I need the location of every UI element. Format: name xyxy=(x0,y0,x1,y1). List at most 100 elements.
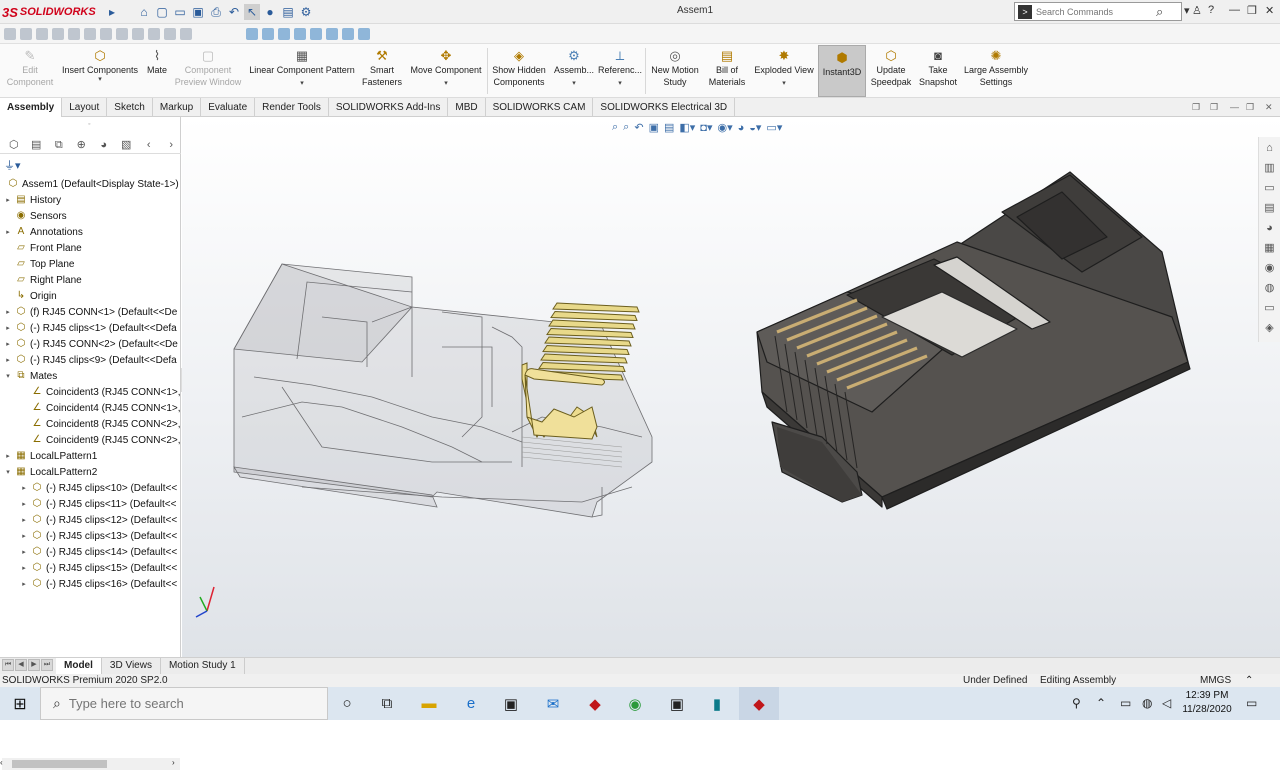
tab-sketch[interactable]: Sketch xyxy=(107,98,153,117)
scroll-right-icon[interactable]: › xyxy=(172,758,175,767)
app-icon[interactable]: ▣ xyxy=(657,687,697,720)
tree-item[interactable]: ∠ Coincident8 (RJ45 CONN<2>,I xyxy=(0,416,181,432)
close-icon[interactable]: ✕ xyxy=(1265,4,1274,17)
cam-tab-icon[interactable]: ▧ xyxy=(117,138,137,152)
bill-of-materials-button[interactable]: ▤ Bill of Materials xyxy=(705,44,749,98)
toolbar-icon[interactable] xyxy=(36,28,48,40)
solidworks-resources-icon[interactable]: ⌂ xyxy=(1266,141,1273,155)
toolbar-icon[interactable] xyxy=(20,28,32,40)
large-assembly-settings-button[interactable]: ✺ Large Assembly Settings xyxy=(962,44,1030,98)
tree-item[interactable]: ↳ Origin xyxy=(0,288,181,304)
tab-motion-study-1[interactable]: Motion Study 1 xyxy=(161,658,245,675)
viewport-tile-icon[interactable]: ❐ xyxy=(1210,102,1218,113)
toolbar-icon[interactable] xyxy=(148,28,160,40)
chevron-left-icon[interactable]: ‹ xyxy=(139,138,159,152)
chevron-down-icon[interactable]: ▾ xyxy=(618,80,622,88)
tree-item[interactable]: ▾ ⧉ Mates xyxy=(0,368,181,384)
volume-icon[interactable]: ◁ xyxy=(1162,696,1171,710)
tab-addins[interactable]: SOLIDWORKS Add-Ins xyxy=(329,98,449,117)
user-icon[interactable]: ♙ xyxy=(1192,4,1202,17)
tree-item[interactable]: ∠ Coincident9 (RJ45 CONN<2>,I xyxy=(0,432,181,448)
last-tab-icon[interactable]: ⏭ xyxy=(41,659,53,671)
taskbar-search[interactable]: ⌕ xyxy=(40,687,328,720)
expand-arrow-icon[interactable]: ▸ xyxy=(4,340,12,348)
tree-item[interactable]: ▸ ⬡ (-) RJ45 clips<9> (Default<<Defa xyxy=(0,352,181,368)
minimize-icon[interactable]: — xyxy=(1229,4,1240,16)
3dexperience-icon[interactable]: ◍ xyxy=(1265,281,1275,295)
chevron-down-icon[interactable]: ▾ xyxy=(98,76,102,84)
expand-arrow-icon[interactable]: ▸ xyxy=(4,356,12,364)
expand-arrow-icon[interactable]: ▸ xyxy=(4,452,12,460)
toolbar-icon[interactable] xyxy=(4,28,16,40)
chevron-down-icon[interactable]: ▾ xyxy=(572,80,576,88)
tab-mbd[interactable]: MBD xyxy=(448,98,486,117)
expand-arrow-icon[interactable]: ▸ xyxy=(20,564,28,572)
chevron-right-icon[interactable]: › xyxy=(162,138,182,152)
panel-grip-icon[interactable]: ◦ xyxy=(88,121,90,128)
chevron-down-icon[interactable]: ▾ xyxy=(782,80,786,88)
chrome-icon[interactable]: ◉ xyxy=(615,687,655,720)
viewport-maximize-icon[interactable]: ❐ xyxy=(1246,102,1254,113)
file-explorer-taskbar-icon[interactable]: ▬ xyxy=(409,687,449,720)
menu-arrow-icon[interactable]: ▸ xyxy=(104,4,120,20)
horizontal-scrollbar[interactable]: ‹ › xyxy=(0,758,180,770)
print-icon[interactable]: ⎙ xyxy=(208,4,224,20)
viewport-restore-icon[interactable]: ❐ xyxy=(1192,102,1200,113)
windows-start-icon[interactable]: ⊞ xyxy=(0,687,40,720)
design-library-icon[interactable]: ▥ xyxy=(1264,161,1274,175)
filter-icon[interactable]: ⏚▾ xyxy=(4,157,21,173)
display-manager-tab-icon[interactable]: ◕ xyxy=(94,138,114,152)
comments-icon[interactable]: ▭ xyxy=(1264,301,1274,315)
scroll-thumb[interactable] xyxy=(12,760,107,768)
help-icon[interactable]: ? xyxy=(1208,4,1214,16)
toolbar-icon[interactable] xyxy=(342,28,354,40)
toolbar-icon[interactable] xyxy=(278,28,290,40)
model-viewport[interactable] xyxy=(182,117,1280,657)
tree-item[interactable]: ▾ ▦ LocalLPattern2 xyxy=(0,464,181,480)
configuration-manager-tab-icon[interactable]: ⧉ xyxy=(49,138,69,152)
taskbar-clock[interactable]: 12:39 PM 11/28/2020 xyxy=(1176,689,1238,717)
search-dropdown-icon[interactable]: ▾ xyxy=(1184,4,1190,17)
expand-arrow-icon[interactable]: ▸ xyxy=(20,548,28,556)
chevron-up-icon[interactable]: ⌃ xyxy=(1245,674,1253,687)
graphics-area[interactable]: ⌕ ⌕ ↶ ▣ ▤ ◧▾ ◘▾ ◉▾ ◕ ◒▾ ▭▾ xyxy=(182,117,1280,657)
appearances-icon[interactable]: ◕ xyxy=(1266,221,1273,235)
tab-evaluate[interactable]: Evaluate xyxy=(201,98,256,117)
expand-arrow-icon[interactable]: ▸ xyxy=(20,516,28,524)
tree-item[interactable]: ▱ Front Plane xyxy=(0,240,181,256)
tree-item[interactable]: ▱ Right Plane xyxy=(0,272,181,288)
expand-arrow-icon[interactable]: ▸ xyxy=(4,196,12,204)
solidworks-taskbar-icon[interactable]: ◆ xyxy=(575,687,615,720)
people-icon[interactable]: ⚲ xyxy=(1072,696,1081,710)
save-icon[interactable]: ▣ xyxy=(190,4,206,20)
home-icon[interactable]: ⌂ xyxy=(136,4,152,20)
toolbar-icon[interactable] xyxy=(100,28,112,40)
select-arrow-icon[interactable]: ↖ xyxy=(244,4,260,20)
tree-item[interactable]: ▸ ▤ History xyxy=(0,192,181,208)
expand-arrow-icon[interactable]: ▾ xyxy=(4,372,12,380)
tree-item[interactable]: ▸ ⬡ (-) RJ45 clips<11> (Default<< xyxy=(0,496,181,512)
component-preview-button[interactable]: ▢ Component Preview Window xyxy=(172,44,244,98)
toolbar-icon[interactable] xyxy=(262,28,274,40)
exploded-view-button[interactable]: ✸ Exploded View ▾ xyxy=(751,44,817,98)
feature-manager-tab-icon[interactable]: ⬡ xyxy=(4,138,24,152)
toolbar-icon[interactable] xyxy=(84,28,96,40)
scroll-left-icon[interactable]: ‹ xyxy=(0,758,3,767)
toolbar-icon[interactable] xyxy=(294,28,306,40)
show-hidden-components-button[interactable]: ◈ Show Hidden Components xyxy=(489,44,549,98)
toolbar-icon[interactable] xyxy=(246,28,258,40)
hide-show-items-icon[interactable]: ◉▾ xyxy=(717,121,732,134)
tab-model[interactable]: Model xyxy=(56,658,102,675)
viewport-minimize-icon[interactable]: — xyxy=(1230,102,1239,112)
section-view-icon[interactable]: ▣ xyxy=(649,121,659,134)
solidworks-logo[interactable]: 3S SOLIDWORKS xyxy=(2,3,96,21)
chevron-down-icon[interactable]: ▾ xyxy=(444,80,448,88)
new-document-icon[interactable]: ▢ xyxy=(154,4,170,20)
view-settings-icon[interactable]: ▭▾ xyxy=(766,121,782,134)
smart-fasteners-button[interactable]: ⚒ Smart Fasteners xyxy=(360,44,404,98)
insert-components-button[interactable]: ⬡ Insert Components ▾ xyxy=(58,44,142,98)
assembly-features-button[interactable]: ⚙ Assemb... ▾ xyxy=(551,44,597,98)
mail-icon[interactable]: ✉ xyxy=(533,687,573,720)
view-orientation-icon[interactable]: ◧▾ xyxy=(679,121,695,134)
zoom-to-fit-icon[interactable]: ⌕ xyxy=(612,121,618,134)
